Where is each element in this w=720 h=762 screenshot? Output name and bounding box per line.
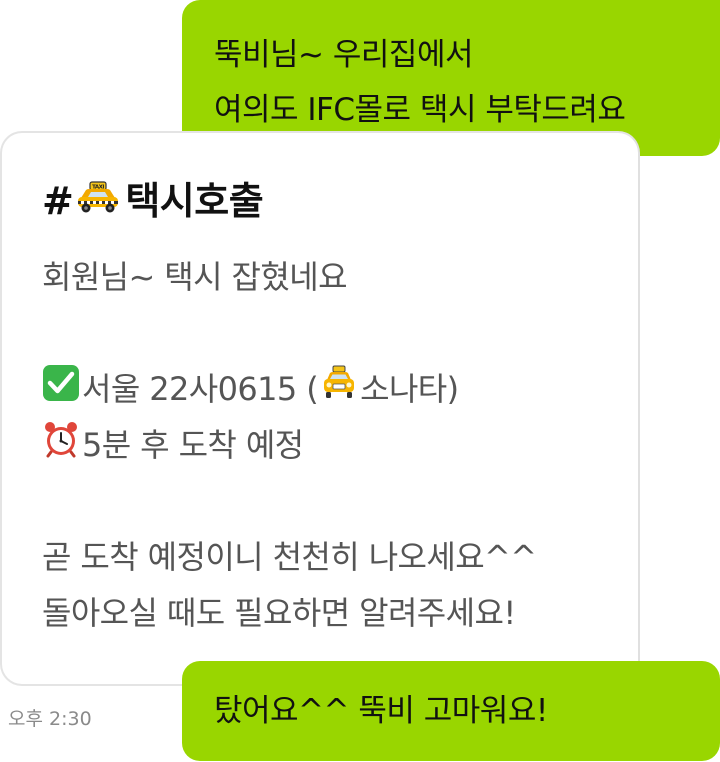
chat-screen: 뚝비님~ 우리집에서 여의도 IFC몰로 택시 부탁드려요 # TAXI 택시호… [0, 0, 720, 762]
notice-text-2: 돌아오실 때도 필요하면 알려주세요! [42, 594, 516, 632]
check-mark-icon [42, 364, 80, 410]
taxi-icon: TAXI [75, 173, 121, 229]
message-title: # TAXI 택시호출 [42, 173, 638, 229]
eta-line: 5분 후 도착 예정 [42, 415, 638, 471]
plate-line: 서울 22사0615 ( 소나타) [42, 359, 638, 415]
title-hash: # [42, 179, 74, 223]
oncoming-taxi-icon [320, 364, 358, 410]
eta-text: 5분 후 도착 예정 [82, 426, 304, 464]
plate-text: 서울 22사0615 ( [82, 370, 319, 408]
greeting-text: 회원님~ 택시 잡혔네요 [42, 258, 348, 296]
car-model-text: 소나타) [360, 370, 459, 408]
incoming-message-bubble[interactable]: # TAXI 택시호출 회원님~ 택시 잡혔네요 서울 22사0615 (소나… [0, 131, 640, 686]
title-text: 택시호출 [125, 179, 264, 223]
message-body: 회원님~ 택시 잡혔네요 서울 22사0615 (소나타) 5분 후 도착 예… [42, 247, 638, 639]
notice-text-1: 곧 도착 예정이니 천천히 나오세요^^ [42, 538, 537, 576]
outgoing-reply-bubble[interactable]: 탔어요^^ 뚝비 고마워요! [182, 661, 720, 761]
outgoing-message-line-2: 여의도 IFC몰로 택시 부탁드려요 [214, 92, 626, 128]
alarm-clock-icon [42, 420, 80, 466]
greeting-line: 회원님~ 택시 잡혔네요 [42, 247, 638, 303]
outgoing-reply-text: 탔어요^^ 뚝비 고마워요! [214, 693, 548, 729]
notice-line-1: 곧 도착 예정이니 천천히 나오세요^^ [42, 527, 638, 583]
notice-line-2: 돌아오실 때도 필요하면 알려주세요! [42, 583, 638, 639]
message-timestamp: 오후 2:30 [8, 708, 92, 730]
outgoing-message-line-1: 뚝비님~ 우리집에서 [214, 37, 474, 73]
